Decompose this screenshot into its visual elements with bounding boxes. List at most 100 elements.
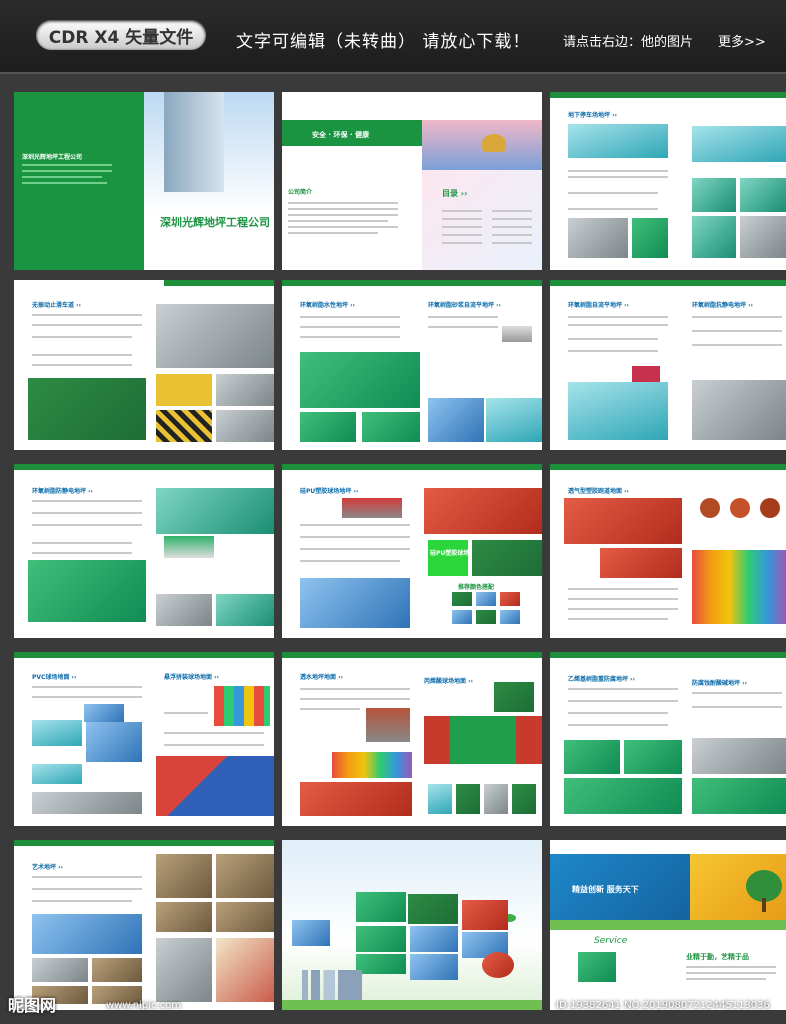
trophy-icon	[482, 134, 506, 152]
acrylic-photo-4	[484, 784, 508, 814]
brochure-page-ramp: 无振动止滑车道 ››	[14, 280, 274, 450]
court-color-3	[500, 592, 520, 606]
case-photo-4	[292, 920, 330, 946]
ramp-photo-5	[156, 410, 212, 442]
pu-label: 硅PU塑胶球场	[430, 550, 470, 557]
ramp-photo-3	[156, 374, 212, 406]
acrylic-photo-5	[512, 784, 536, 814]
court-color-4	[452, 610, 472, 624]
tree-trunk	[762, 898, 766, 912]
court-color-6	[500, 610, 520, 624]
color-heading: 推荐颜色搭配	[458, 584, 495, 591]
page-title: 硅PU塑胶球场地坪 ››	[300, 488, 359, 495]
editable-text-slogan: 文字可编辑（未转曲） 请放心下载！	[236, 32, 531, 52]
building-photo	[164, 92, 224, 192]
parking-photo-4	[740, 178, 786, 212]
page-title: 艺术地坪 ››	[32, 864, 64, 871]
track-sample-1	[700, 498, 720, 518]
brochure-cover: 深圳光辉地坪工程公司 深圳光辉地坪工程公司	[14, 92, 274, 270]
antistatic-photo-2	[28, 560, 146, 622]
art-photo-10	[156, 938, 212, 1002]
acrylic-sample	[494, 682, 534, 712]
city-skyline	[302, 970, 362, 1000]
antistatic-photo-1	[156, 488, 274, 534]
page-title: 无振动止滑车道 ››	[32, 302, 82, 309]
art-photo-9	[216, 902, 274, 932]
case-photo-10	[482, 952, 514, 978]
page-title-right: 防腐蚀耐酸碱地坪 ››	[692, 680, 748, 687]
permeable-photo	[300, 782, 412, 816]
brochure-page-pvc: PVC球场地面 ›› 悬浮拼装球场地面 ››	[14, 652, 274, 826]
track-sample-3	[760, 498, 780, 518]
case-photo-6	[410, 926, 458, 952]
brochure-page-cases	[282, 840, 542, 1010]
pvc-roll	[84, 704, 124, 722]
waterborne-photo-2	[300, 412, 356, 442]
parking-photo-8	[740, 216, 786, 258]
profile-heading: 公司简介	[288, 189, 313, 196]
suspended-court-photo	[156, 756, 274, 816]
mortar-photo-1	[428, 398, 484, 442]
case-photo-9	[410, 954, 458, 980]
art-photo-2	[32, 958, 88, 982]
contents-panel	[422, 170, 542, 270]
anticorrosion-photo-4	[692, 738, 786, 774]
grass-strip	[282, 1000, 542, 1010]
page-title: 透气型塑胶跑道地面 ››	[568, 488, 630, 495]
more-link[interactable]: 更多>>	[718, 31, 766, 50]
image-id: ID:19382641 NO:20190807212445113036	[556, 1000, 770, 1011]
cover-company-name: 深圳光辉地坪工程公司	[160, 216, 270, 229]
art-photo-8	[156, 902, 212, 932]
layer-diagram	[502, 326, 532, 342]
brochure-page-parking: 地下停车场地坪 ››	[550, 92, 786, 270]
waterborne-photo-3	[362, 412, 420, 442]
court-color-1	[452, 592, 472, 606]
ramp-photo-1	[156, 304, 274, 368]
page-title-left: PVC球场地面 ››	[32, 674, 77, 681]
pu-court-photo	[424, 488, 542, 534]
antistatic-photo-4	[216, 594, 274, 626]
banner-text: 安全 · 环保 · 健康	[312, 131, 370, 139]
nipic-logo: 昵图网	[8, 996, 57, 1015]
brochure-back-cover: 精益创新 服务天下 Service 业精于勤，艺精于品	[550, 840, 786, 1010]
art-photo-1	[32, 914, 142, 954]
top-banner: CDR X4 矢量文件 文字可编辑（未转曲） 请放心下载！ 请点击右边：他的图片…	[0, 0, 786, 74]
page-title-right: 环氧树脂抗静电地坪 ››	[692, 302, 754, 309]
pu-court-photo-2	[472, 540, 542, 576]
brochure-page-selflevel: 环氧树脂自流平地坪 ›› 环氧树脂抗静电地坪 ››	[550, 280, 786, 450]
brochure-page-art-floor: 艺术地坪 ››	[14, 840, 274, 1010]
acrylic-photo-3	[456, 784, 480, 814]
brochure-page-antistatic: 环氧树脂防静电地坪 ››	[14, 464, 274, 638]
track-photo-2	[600, 548, 682, 578]
track-sample-2	[730, 498, 750, 518]
pvc-photo-1	[32, 720, 82, 746]
case-photo-2	[408, 894, 458, 924]
permeable-colors	[332, 752, 412, 778]
pvc-photo-3	[32, 764, 82, 784]
parking-photo-5	[568, 218, 628, 258]
brochure-page-pu-court: 硅PU塑胶球场地坪 ›› 硅PU塑胶球场 推荐颜色搭配	[282, 464, 542, 638]
contents-heading: 目录 ››	[442, 189, 468, 198]
ramp-photo-2	[28, 378, 146, 440]
page-title-left: 透水地坪地面 ››	[300, 674, 344, 681]
back-grass	[550, 920, 786, 930]
track-photo-1	[564, 498, 682, 544]
nipic-url: www.nipic.com	[106, 1000, 182, 1011]
court-color-5	[476, 610, 496, 624]
back-slogan: 精益创新 服务天下	[572, 885, 639, 894]
art-photo-7	[216, 854, 274, 898]
art-photo-3	[92, 958, 142, 982]
acrylic-photo-2	[428, 784, 452, 814]
permeable-layers	[366, 708, 410, 742]
page-title-left: 乙烯基树脂重防腐地坪 ››	[568, 676, 636, 683]
antistatic-photo-1	[692, 380, 786, 440]
pu-green-box	[428, 540, 468, 576]
antistatic-photo-3	[156, 594, 212, 626]
brochure-page-track: 透气型塑胶跑道地面 ››	[550, 464, 786, 638]
pvc-photo-2	[86, 722, 142, 762]
cover-company-small: 深圳光辉地坪工程公司	[22, 154, 83, 161]
anticorrosion-photo-1	[564, 740, 620, 774]
back-motto: 业精于勤，艺精于品	[686, 953, 749, 961]
page-title-left: 环氧树脂水性地坪 ››	[300, 302, 356, 309]
brochure-page-profile: 安全 · 环保 · 健康 公司简介 目录 ››	[282, 92, 542, 270]
